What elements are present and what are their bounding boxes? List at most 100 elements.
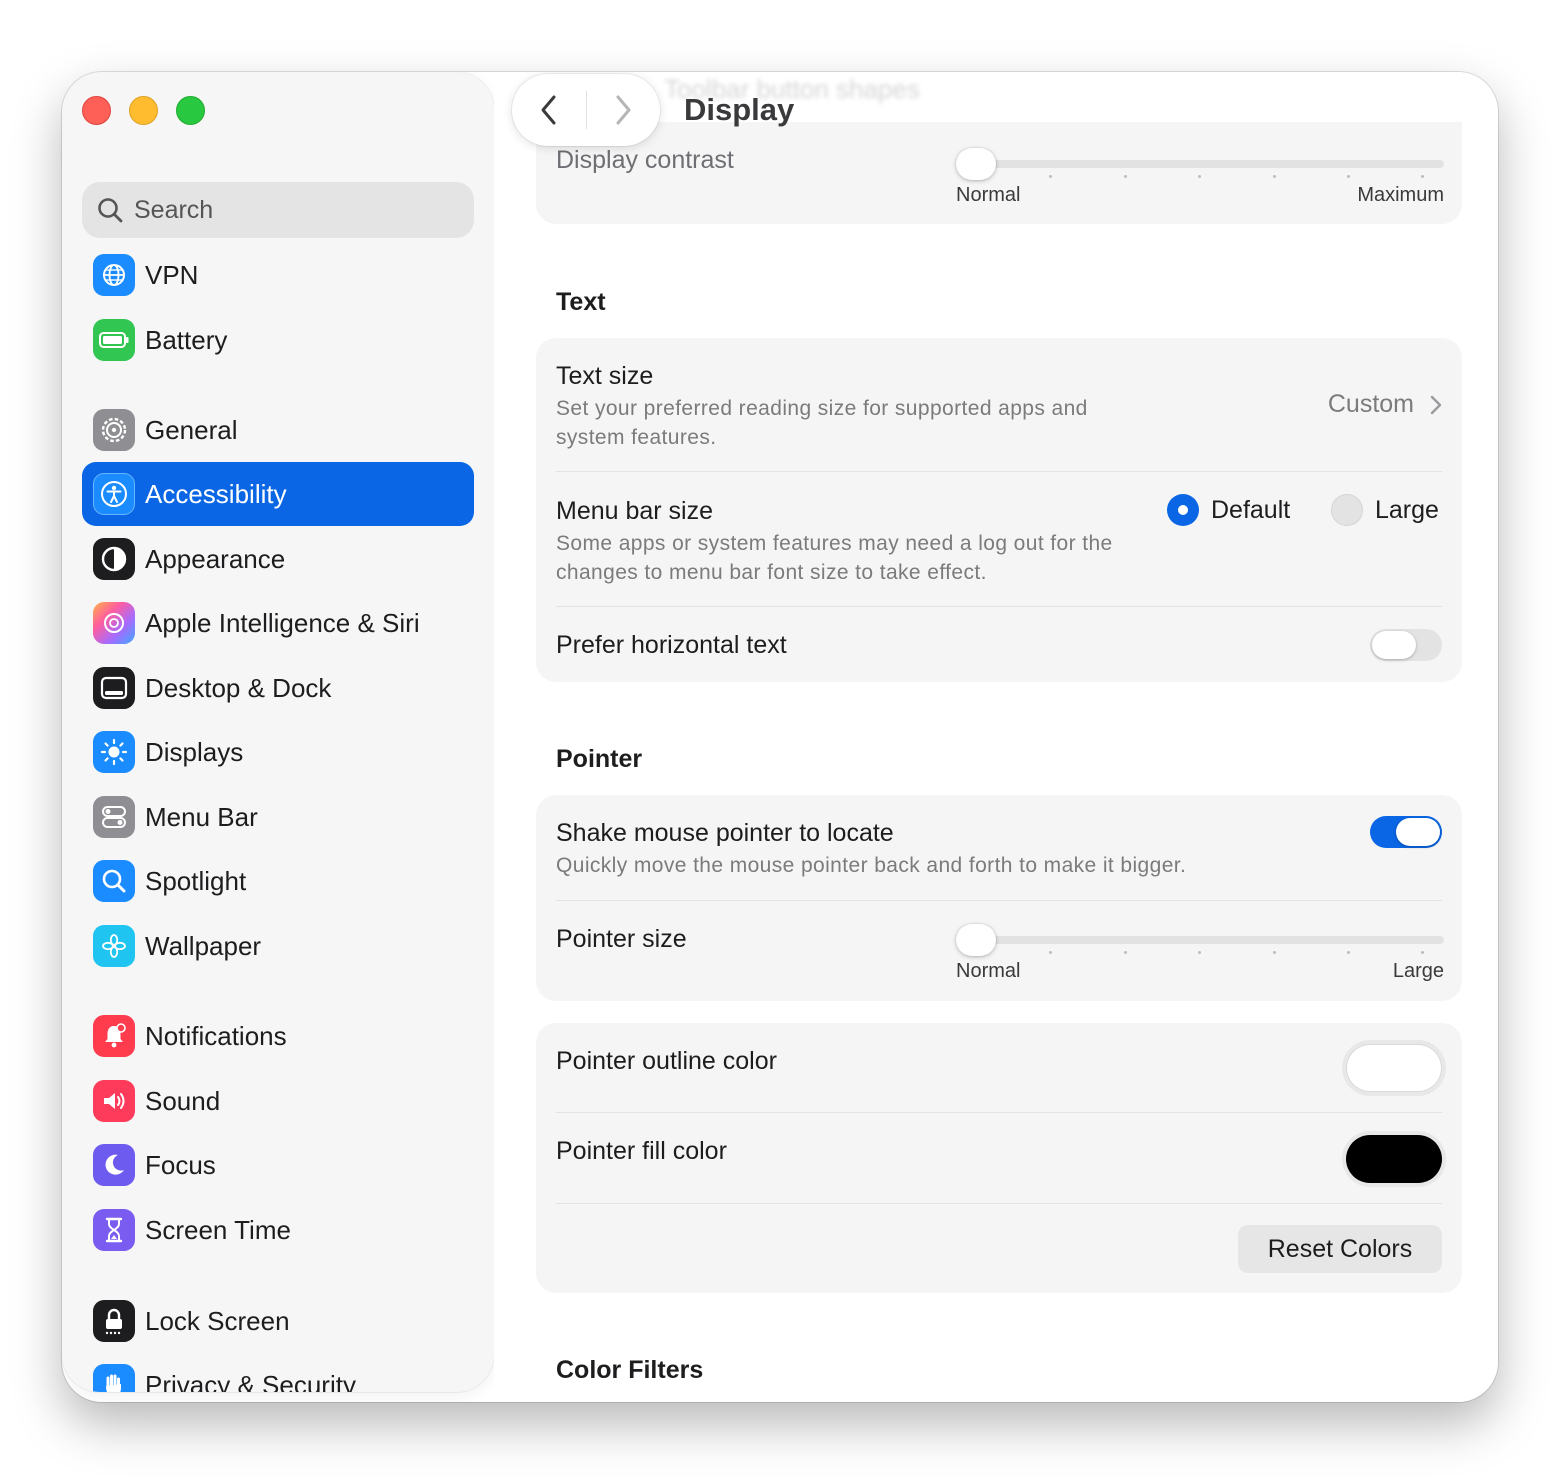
prefer-horizontal-toggle[interactable] bbox=[1370, 629, 1442, 661]
speaker-icon bbox=[93, 1080, 135, 1122]
sidebar-item-wallpaper[interactable]: Wallpaper bbox=[82, 914, 474, 978]
main-content: Toolbar button shapes Display contrast N… bbox=[494, 72, 1498, 1402]
sidebar-item-accessibility[interactable]: Accessibility bbox=[82, 462, 474, 526]
sidebar-item-focus[interactable]: Focus bbox=[82, 1133, 474, 1197]
display-contrast-slider[interactable]: Normal Maximum bbox=[956, 142, 1444, 206]
display-contrast-card: Display contrast Normal Maximum bbox=[536, 122, 1462, 224]
row-divider bbox=[556, 1112, 1442, 1113]
sidebar-item-spotlight[interactable]: Spotlight bbox=[82, 849, 474, 913]
pointer-outline-color-well[interactable] bbox=[1346, 1044, 1442, 1092]
radio-large[interactable]: Large bbox=[1331, 494, 1439, 526]
forward-button[interactable] bbox=[587, 74, 661, 146]
shake-pointer-toggle[interactable] bbox=[1370, 816, 1442, 848]
back-button[interactable] bbox=[512, 74, 586, 146]
settings-window: Search VPN Battery General Accessibility bbox=[62, 72, 1498, 1402]
search-field[interactable]: Search bbox=[82, 182, 474, 238]
pointer-colors-card: Pointer outline color Pointer fill color… bbox=[536, 1023, 1462, 1293]
pointer-fill-color-well[interactable] bbox=[1346, 1135, 1442, 1183]
slider-tick bbox=[1273, 175, 1276, 178]
minimize-button[interactable] bbox=[129, 96, 158, 125]
sidebar-item-notifications[interactable]: Notifications bbox=[82, 1004, 474, 1068]
slider-tick bbox=[1198, 175, 1201, 178]
menu-bar-size-title: Menu bar size bbox=[556, 497, 714, 525]
radio-indicator-selected bbox=[1167, 494, 1199, 526]
section-header-color-filters: Color Filters bbox=[556, 1356, 704, 1384]
chevron-left-icon bbox=[541, 95, 556, 125]
search-placeholder: Search bbox=[134, 195, 214, 224]
slider-tick bbox=[1347, 175, 1350, 178]
hourglass-icon bbox=[93, 1209, 135, 1251]
dock-icon bbox=[93, 667, 135, 709]
slider-tick bbox=[1049, 175, 1052, 178]
sidebar-item-battery[interactable]: Battery bbox=[82, 308, 474, 372]
sun-icon bbox=[93, 731, 135, 773]
search-icon bbox=[98, 198, 123, 223]
slider-min-label: Normal bbox=[956, 184, 1021, 206]
pointer-outline-color-title: Pointer outline color bbox=[556, 1047, 777, 1075]
text-size-value: Custom bbox=[1327, 390, 1414, 418]
zoom-button[interactable] bbox=[176, 96, 205, 125]
sidebar-item-desktop-dock[interactable]: Desktop & Dock bbox=[82, 656, 474, 720]
sidebar: Search VPN Battery General Accessibility bbox=[62, 72, 494, 1392]
radio-indicator bbox=[1331, 494, 1363, 526]
slider-track bbox=[956, 936, 1444, 944]
sidebar-item-lock-screen[interactable]: Lock Screen bbox=[82, 1289, 474, 1353]
row-divider bbox=[556, 900, 1442, 901]
shake-pointer-description: Quickly move the mouse pointer back and … bbox=[556, 854, 1187, 877]
pointer-size-slider[interactable]: Normal Large bbox=[956, 918, 1444, 982]
vpn-globe-icon bbox=[93, 254, 135, 296]
appearance-icon bbox=[93, 538, 135, 580]
sidebar-item-general[interactable]: General bbox=[82, 398, 474, 462]
slider-tick bbox=[1124, 951, 1127, 954]
sidebar-item-vpn[interactable]: VPN bbox=[82, 243, 474, 307]
pointer-size-title: Pointer size bbox=[556, 925, 687, 953]
slider-min-label: Normal bbox=[956, 960, 1021, 982]
sidebar-item-sound[interactable]: Sound bbox=[82, 1069, 474, 1133]
slider-tick bbox=[1421, 175, 1424, 178]
text-size-description: Set your preferred reading size for supp… bbox=[556, 397, 1088, 449]
pointer-card: Shake mouse pointer to locate Quickly mo… bbox=[536, 795, 1462, 1001]
sidebar-item-appearance[interactable]: Appearance bbox=[82, 527, 474, 591]
slider-knob[interactable] bbox=[956, 924, 996, 956]
radio-default[interactable]: Default bbox=[1167, 494, 1290, 526]
slider-max-label: Large bbox=[1392, 960, 1444, 982]
accessibility-icon bbox=[93, 473, 135, 515]
gear-icon bbox=[93, 409, 135, 451]
lock-icon bbox=[93, 1300, 135, 1342]
row-divider bbox=[556, 1203, 1442, 1204]
battery-icon bbox=[93, 319, 135, 361]
sidebar-item-apple-intelligence-siri[interactable]: Apple Intelligence & Siri bbox=[82, 591, 474, 655]
close-button[interactable] bbox=[82, 96, 111, 125]
display-contrast-label: Display contrast bbox=[556, 146, 734, 174]
row-divider bbox=[556, 606, 1442, 607]
slider-tick bbox=[1049, 951, 1052, 954]
spotlight-icon bbox=[93, 860, 135, 902]
toggle-knob bbox=[1396, 818, 1440, 846]
section-header-pointer: Pointer bbox=[556, 745, 643, 773]
slider-tick bbox=[1421, 951, 1424, 954]
sidebar-item-displays[interactable]: Displays bbox=[82, 720, 474, 784]
text-size-title: Text size bbox=[556, 362, 654, 390]
menu-bar-icon bbox=[93, 796, 135, 838]
toggle-knob bbox=[1372, 631, 1416, 659]
flower-icon bbox=[93, 925, 135, 967]
shake-pointer-title: Shake mouse pointer to locate bbox=[556, 819, 894, 847]
navigation-buttons bbox=[512, 74, 660, 146]
hand-icon bbox=[93, 1364, 135, 1392]
moon-icon bbox=[93, 1144, 135, 1186]
sidebar-item-privacy-security[interactable]: Privacy & Security bbox=[82, 1353, 474, 1392]
siri-icon bbox=[93, 602, 135, 644]
slider-max-label: Maximum bbox=[1357, 184, 1444, 206]
slider-tick bbox=[1198, 951, 1201, 954]
sidebar-item-menu-bar[interactable]: Menu Bar bbox=[82, 785, 474, 849]
slider-track bbox=[956, 160, 1444, 168]
reset-colors-button[interactable]: Reset Colors bbox=[1238, 1225, 1442, 1273]
menu-bar-size-description: Some apps or system features may need a … bbox=[556, 532, 1113, 584]
sidebar-item-screen-time[interactable]: Screen Time bbox=[82, 1198, 474, 1262]
chevron-right-icon bbox=[1430, 395, 1442, 414]
slider-tick bbox=[1273, 951, 1276, 954]
pointer-fill-color-title: Pointer fill color bbox=[556, 1137, 727, 1165]
slider-knob[interactable] bbox=[956, 148, 996, 180]
section-header-text: Text bbox=[556, 288, 606, 316]
text-size-custom-link[interactable]: Custom bbox=[1328, 390, 1442, 419]
